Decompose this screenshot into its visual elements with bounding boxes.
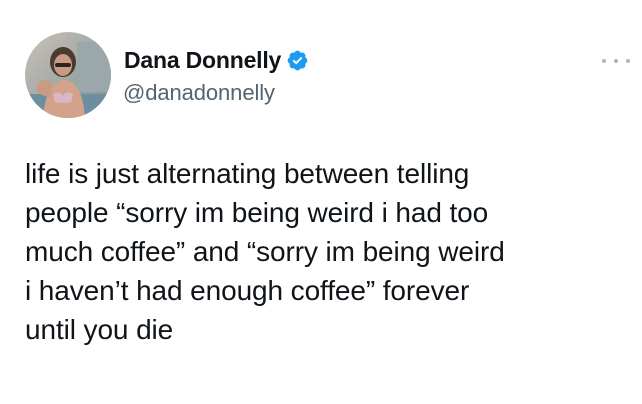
more-dot [614,59,618,63]
verified-badge-icon [286,49,309,72]
author-handle[interactable]: @danadonnelly [123,80,275,106]
tweet-line: i haven’t had enough coffee” forever [25,275,470,306]
tweet-line: much coffee” and “sorry im being weird [25,236,505,267]
avatar[interactable] [25,32,111,118]
tweet-line: people “sorry im being weird i had too [25,197,489,228]
tweet-line: life is just alternating between telling [25,158,470,189]
more-options-icon[interactable] [602,55,630,67]
tweet-text: life is just alternating between telling… [25,154,625,349]
author-display-name[interactable]: Dana Donnelly [124,47,281,74]
author-name-row: Dana Donnelly [124,45,309,75]
more-dot [626,59,630,63]
more-dot [602,59,606,63]
avatar-image [25,32,111,118]
tweet-line: until you die [25,314,174,345]
tweet-card: Dana Donnelly @danadonnelly life is just… [0,0,642,404]
